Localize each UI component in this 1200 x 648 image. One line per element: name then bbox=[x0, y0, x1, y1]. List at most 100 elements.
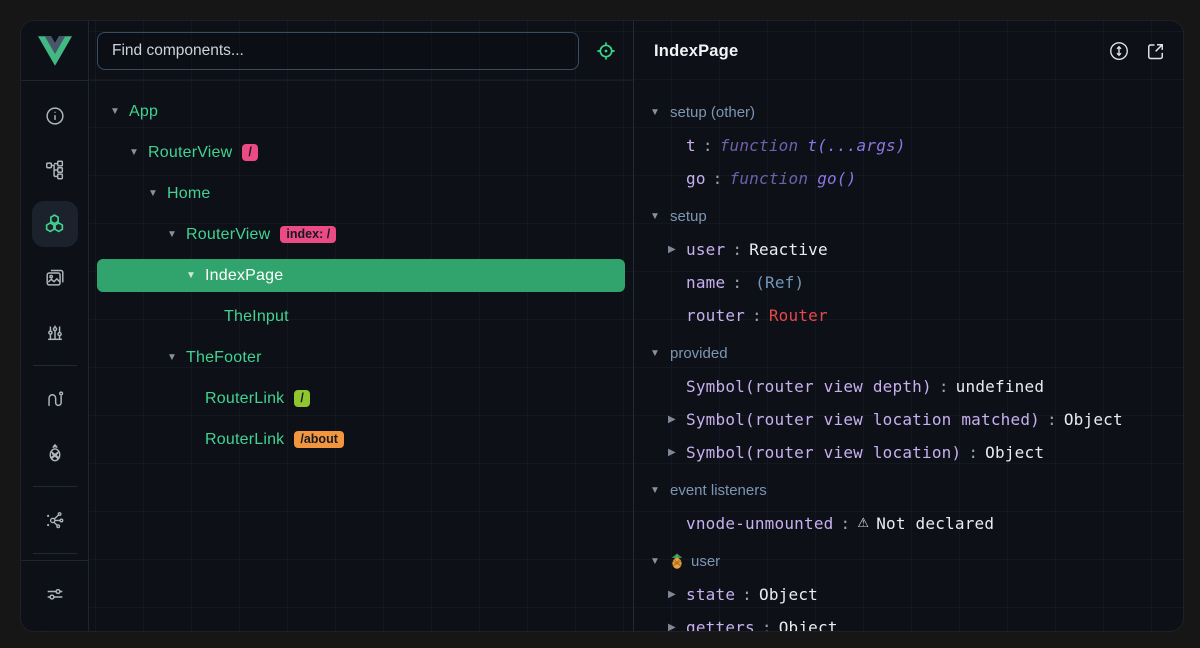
inspector-title: IndexPage bbox=[654, 42, 738, 61]
section-provided: ▼ provided Symbol(router view depth) : u… bbox=[650, 338, 1184, 469]
component-name: IndexPage bbox=[205, 267, 283, 285]
state-row: name : (Ref) bbox=[650, 266, 1184, 299]
chevron-down-icon[interactable]: ▼ bbox=[164, 229, 180, 240]
tree-row-app[interactable]: ▼ App bbox=[97, 95, 625, 128]
state-key: router bbox=[686, 306, 745, 325]
component-tree-pane: ▼ App ▼ RouterView / ▼ Home ▼ RouterView… bbox=[89, 21, 633, 631]
tree-row-routerview[interactable]: ▼ RouterView / bbox=[97, 136, 625, 169]
colon-separator: : bbox=[939, 377, 949, 396]
colon-separator: : bbox=[841, 514, 851, 533]
section-header[interactable]: ▼ setup (other) bbox=[650, 97, 1184, 127]
tree-row-home[interactable]: ▼ Home bbox=[97, 177, 625, 210]
section-header[interactable]: ▼ setup bbox=[650, 201, 1184, 231]
state-key: Symbol(router view location matched) bbox=[686, 410, 1040, 429]
chevron-down-icon[interactable]: ▼ bbox=[107, 106, 123, 117]
component-name: TheInput bbox=[224, 308, 289, 326]
tree-row-theinput[interactable]: TheInput bbox=[97, 300, 625, 333]
tree-row-routerlink-about[interactable]: RouterLink /about bbox=[97, 423, 625, 456]
pinia-store-icon bbox=[670, 553, 684, 569]
component-tree-icon[interactable] bbox=[28, 143, 82, 197]
audits-icon[interactable] bbox=[28, 305, 82, 359]
section-label: setup (other) bbox=[670, 104, 755, 121]
component-name: RouterLink bbox=[205, 431, 284, 449]
chevron-down-icon[interactable]: ▼ bbox=[145, 188, 161, 199]
sidebar-divider bbox=[33, 365, 77, 366]
assets-icon[interactable] bbox=[28, 251, 82, 305]
components-icon[interactable] bbox=[28, 197, 82, 251]
vue-logo bbox=[21, 21, 88, 81]
expand-all-icon[interactable] bbox=[1107, 39, 1131, 63]
function-keyword: function bbox=[720, 136, 799, 155]
state-row-expandable[interactable]: ▶ Symbol(router view location) : Object bbox=[650, 436, 1184, 469]
route-badge: / bbox=[242, 144, 257, 161]
state-key: t bbox=[686, 136, 696, 155]
section-label: setup bbox=[670, 208, 707, 225]
section-header[interactable]: ▼ provided bbox=[650, 338, 1184, 368]
state-value: undefined bbox=[956, 377, 1045, 396]
section-setup: ▼ setup ▶ user : Reactive name : (Ref) bbox=[650, 201, 1184, 332]
state-key: state bbox=[686, 585, 735, 604]
chevron-down-icon: ▼ bbox=[650, 348, 670, 359]
state-row: go : function go() bbox=[650, 162, 1184, 195]
chevron-right-icon[interactable]: ▶ bbox=[668, 589, 686, 600]
component-name: RouterView bbox=[186, 226, 270, 244]
state-key: user bbox=[686, 240, 725, 259]
state-row-expandable[interactable]: ▶ getters : Object bbox=[650, 611, 1184, 631]
state-value: Router bbox=[769, 306, 828, 325]
info-icon[interactable] bbox=[28, 89, 82, 143]
section-label: provided bbox=[670, 345, 728, 362]
component-name: App bbox=[129, 103, 158, 121]
state-value: Object bbox=[779, 618, 838, 631]
sidebar-divider bbox=[33, 486, 77, 487]
state-value: Object bbox=[985, 443, 1044, 462]
state-row: t : function t(...args) bbox=[650, 129, 1184, 162]
sidebar bbox=[21, 21, 89, 631]
inspector-content: ▼ setup (other) t : function t(...args) … bbox=[634, 81, 1184, 631]
inspect-target-icon[interactable] bbox=[593, 38, 619, 64]
devtools-window: ▼ App ▼ RouterView / ▼ Home ▼ RouterView… bbox=[20, 20, 1184, 632]
component-name: TheFooter bbox=[186, 349, 262, 367]
chevron-right-icon[interactable]: ▶ bbox=[668, 622, 686, 631]
state-key: go bbox=[686, 169, 706, 188]
state-value: Reactive bbox=[749, 240, 828, 259]
state-row: Symbol(router view depth) : undefined bbox=[650, 370, 1184, 403]
state-key: Symbol(router view depth) bbox=[686, 377, 932, 396]
state-key: Symbol(router view location) bbox=[686, 443, 961, 462]
chevron-right-icon[interactable]: ▶ bbox=[668, 244, 686, 255]
state-key: vnode-unmounted bbox=[686, 514, 834, 533]
graph-icon[interactable] bbox=[28, 493, 82, 547]
section-header[interactable]: ▼ user bbox=[650, 546, 1184, 576]
vue-logo-icon bbox=[38, 36, 72, 66]
tree-row-indexpage-selected[interactable]: ▼ IndexPage bbox=[97, 259, 625, 292]
colon-separator: : bbox=[762, 618, 772, 631]
chevron-right-icon[interactable]: ▶ bbox=[668, 414, 686, 425]
tree-row-thefooter[interactable]: ▼ TheFooter bbox=[97, 341, 625, 374]
state-key: name bbox=[686, 273, 725, 292]
settings-icon[interactable] bbox=[28, 567, 82, 621]
colon-separator: : bbox=[742, 585, 752, 604]
search-input[interactable] bbox=[97, 32, 579, 70]
router-icon[interactable] bbox=[28, 372, 82, 426]
state-row-expandable[interactable]: ▶ state : Object bbox=[650, 578, 1184, 611]
inspector-header: IndexPage bbox=[634, 21, 1184, 81]
open-in-editor-icon[interactable] bbox=[1143, 39, 1167, 63]
chevron-down-icon[interactable]: ▼ bbox=[126, 147, 142, 158]
chevron-down-icon[interactable]: ▼ bbox=[183, 270, 199, 281]
state-row-expandable[interactable]: ▶ user : Reactive bbox=[650, 233, 1184, 266]
state-row-expandable[interactable]: ▶ Symbol(router view location matched) :… bbox=[650, 403, 1184, 436]
component-tree: ▼ App ▼ RouterView / ▼ Home ▼ RouterView… bbox=[89, 81, 633, 456]
tree-row-routerlink-home[interactable]: RouterLink / bbox=[97, 382, 625, 415]
tree-row-routerview-nested[interactable]: ▼ RouterView index: / bbox=[97, 218, 625, 251]
component-name: RouterLink bbox=[205, 390, 284, 408]
section-label: user bbox=[691, 553, 720, 570]
function-keyword: function bbox=[730, 169, 809, 188]
chevron-down-icon[interactable]: ▼ bbox=[164, 352, 180, 363]
pinia-icon[interactable] bbox=[28, 426, 82, 480]
state-key: getters bbox=[686, 618, 755, 631]
state-value: (Ref) bbox=[755, 273, 804, 292]
tree-toolbar bbox=[89, 21, 633, 81]
colon-separator: : bbox=[1047, 410, 1057, 429]
chevron-right-icon[interactable]: ▶ bbox=[668, 447, 686, 458]
section-user-store: ▼ user ▶ state : bbox=[650, 546, 1184, 631]
section-header[interactable]: ▼ event listeners bbox=[650, 475, 1184, 505]
